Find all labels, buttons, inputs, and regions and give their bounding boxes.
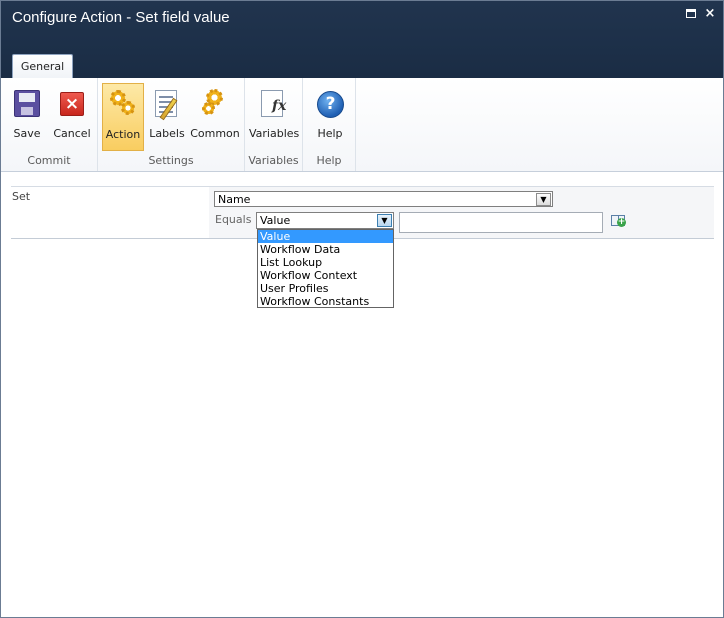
lookup-builder-icon[interactable]: + xyxy=(610,213,626,227)
dropdown-option-user-profiles[interactable]: User Profiles xyxy=(258,282,393,295)
labels-label: Labels xyxy=(149,127,185,140)
dropdown-option-workflow-constants[interactable]: Workflow Constants xyxy=(258,295,393,308)
common-gears-icon xyxy=(200,89,230,119)
save-icon xyxy=(12,89,42,119)
cancel-label: Cancel xyxy=(53,127,91,140)
save-label: Save xyxy=(13,127,41,140)
help-label: Help xyxy=(317,127,343,140)
variables-button[interactable]: fx Variables xyxy=(249,83,299,151)
action-label: Action xyxy=(105,128,141,141)
help-button[interactable]: ? Help xyxy=(309,83,351,151)
variables-fx-icon: fx xyxy=(259,89,289,119)
value-input[interactable] xyxy=(399,212,603,233)
group-label-variables: Variables xyxy=(248,154,299,167)
maximize-icon[interactable] xyxy=(685,8,697,20)
ribbon-group-settings: Action Labels Common Settings xyxy=(98,78,245,171)
equals-label: Equals xyxy=(215,213,252,226)
dropdown-option-list-lookup[interactable]: List Lookup xyxy=(258,256,393,269)
close-icon[interactable]: × xyxy=(704,7,716,20)
labels-icon xyxy=(152,89,182,121)
action-button[interactable]: Action xyxy=(102,83,144,151)
ribbon-group-variables: fx Variables Variables xyxy=(245,78,303,171)
dialog-title: Configure Action - Set field value xyxy=(12,9,230,26)
variables-label: Variables xyxy=(249,127,300,140)
save-button[interactable]: Save xyxy=(6,83,48,151)
equals-select-value: Value xyxy=(260,214,291,227)
tab-general[interactable]: General xyxy=(12,54,73,79)
set-label: Set xyxy=(12,190,31,203)
dialog-header: Configure Action - Set field value × Gen… xyxy=(1,1,723,79)
common-label: Common xyxy=(190,127,240,140)
dropdown-option-value[interactable]: Value xyxy=(258,230,393,243)
chevron-down-icon[interactable]: ▼ xyxy=(536,193,551,206)
field-select-value: Name xyxy=(218,193,251,206)
group-label-commit: Commit xyxy=(27,154,71,167)
ribbon-group-help: ? Help Help xyxy=(303,78,356,171)
dropdown-option-workflow-context[interactable]: Workflow Context xyxy=(258,269,393,282)
group-label-help: Help xyxy=(316,154,342,167)
configure-action-dialog: Configure Action - Set field value × Gen… xyxy=(0,0,724,618)
ribbon-group-commit: Save × Cancel Commit xyxy=(1,78,98,171)
cancel-icon: × xyxy=(57,89,87,119)
cancel-button[interactable]: × Cancel xyxy=(51,83,93,151)
labels-button[interactable]: Labels xyxy=(146,83,188,151)
common-button[interactable]: Common xyxy=(190,83,240,151)
chevron-down-icon[interactable]: ▼ xyxy=(377,214,392,227)
field-select[interactable]: Name ▼ xyxy=(214,191,553,207)
group-label-settings: Settings xyxy=(148,154,194,167)
dropdown-option-workflow-data[interactable]: Workflow Data xyxy=(258,243,393,256)
help-icon: ? xyxy=(315,89,345,119)
equals-source-select[interactable]: Value ▼ xyxy=(256,212,394,229)
action-gears-icon xyxy=(108,90,138,120)
ribbon: Save × Cancel Commit Action Labels Commo… xyxy=(1,78,723,172)
equals-source-dropdown: Value Workflow Data List Lookup Workflow… xyxy=(257,229,394,308)
